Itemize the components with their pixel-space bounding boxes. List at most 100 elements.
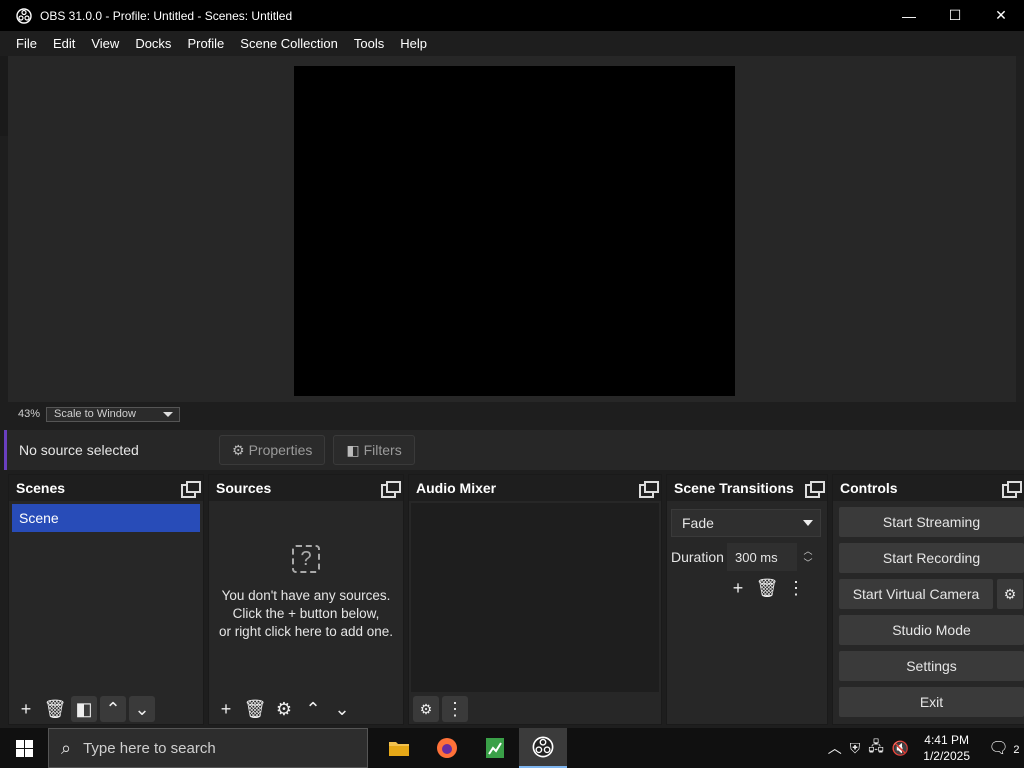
exit-button[interactable]: Exit bbox=[839, 687, 1024, 717]
transition-select[interactable]: Fade bbox=[671, 509, 821, 537]
scenes-title: Scenes bbox=[16, 480, 66, 496]
scale-mode-value: Scale to Window bbox=[54, 408, 136, 420]
empty-text-line-2: Click the + button below, bbox=[232, 606, 380, 621]
sources-dock-header: Sources bbox=[209, 475, 403, 501]
scene-list-item[interactable]: Scene bbox=[12, 504, 200, 532]
start-virtual-camera-button[interactable]: Start Virtual Camera bbox=[839, 579, 993, 609]
source-toolbar: No source selected ⚙ Properties ◧ Filter… bbox=[4, 430, 1024, 470]
transition-toolbar: + 🗑 ⋮ bbox=[725, 575, 827, 601]
remove-transition-button[interactable]: 🗑 bbox=[754, 575, 780, 601]
duration-label: Duration bbox=[671, 549, 724, 565]
gear-icon: ⚙ bbox=[1003, 585, 1017, 602]
search-icon: ⌕ bbox=[61, 737, 72, 758]
firefox-icon bbox=[437, 738, 457, 758]
empty-text-line-1: You don't have any sources. bbox=[221, 588, 391, 603]
chevron-down-icon[interactable]: ﹀ bbox=[803, 557, 812, 569]
firefox-taskbar-button[interactable] bbox=[423, 728, 471, 768]
sources-title: Sources bbox=[216, 480, 272, 496]
add-transition-button[interactable]: + bbox=[725, 575, 751, 601]
undock-icon[interactable] bbox=[381, 481, 401, 498]
menu-profile[interactable]: Profile bbox=[179, 36, 232, 51]
properties-label: Properties bbox=[248, 442, 313, 458]
chevron-up-icon[interactable]: ︿ bbox=[803, 545, 812, 557]
scale-mode-select[interactable]: Scale to Window bbox=[46, 406, 181, 422]
empty-text-line-3: or right click here to add one. bbox=[218, 624, 394, 639]
window-controls: — ☐ ✕ bbox=[886, 0, 1024, 31]
sources-empty-state[interactable]: ? You don't have any sources. Click the … bbox=[209, 545, 403, 641]
menu-tools[interactable]: Tools bbox=[346, 36, 392, 51]
source-status: No source selected bbox=[19, 442, 139, 458]
undock-icon[interactable] bbox=[1002, 481, 1022, 498]
question-icon: ? bbox=[292, 545, 320, 573]
mixer-menu-button[interactable]: ⋮ bbox=[442, 696, 468, 722]
minimize-button[interactable]: — bbox=[886, 0, 932, 31]
close-button[interactable]: ✕ bbox=[978, 0, 1024, 31]
sources-toolbar: + 🗑 ⚙ ⌃ ⌄ bbox=[209, 694, 403, 724]
start-streaming-button[interactable]: Start Streaming bbox=[839, 507, 1024, 537]
notification-count: 2 bbox=[1013, 744, 1020, 756]
speaker-muted-icon[interactable]: 🔇 bbox=[892, 740, 909, 757]
maximize-button[interactable]: ☐ bbox=[932, 0, 978, 31]
clock-date: 1/2/2025 bbox=[923, 749, 970, 763]
duration-stepper[interactable]: ︿ ﹀ bbox=[797, 543, 819, 571]
left-edge-strip bbox=[0, 56, 8, 136]
add-scene-button[interactable]: + bbox=[13, 696, 39, 722]
properties-button[interactable]: ⚙ Properties bbox=[219, 435, 326, 465]
move-source-up-button[interactable]: ⌃ bbox=[300, 696, 326, 722]
duration-input[interactable]: 300 ms bbox=[727, 543, 797, 571]
taskbar-clock[interactable]: 4:41 PM 1/2/2025 bbox=[923, 732, 970, 764]
menu-edit[interactable]: Edit bbox=[45, 36, 83, 51]
preview-zoom-bar: 43% Scale to Window bbox=[8, 402, 1024, 426]
menu-scene-collection[interactable]: Scene Collection bbox=[232, 36, 346, 51]
menu-help[interactable]: Help bbox=[392, 36, 435, 51]
audio-mixer-title: Audio Mixer bbox=[416, 480, 497, 496]
menu-bar: File Edit View Docks Profile Scene Colle… bbox=[0, 31, 1024, 56]
taskbar-search-box[interactable]: ⌕ Type here to search bbox=[48, 728, 368, 768]
undock-icon[interactable] bbox=[181, 481, 201, 498]
start-button[interactable] bbox=[0, 728, 48, 768]
chart-doc-icon bbox=[486, 738, 504, 758]
scene-filters-button[interactable]: ◧ bbox=[71, 696, 97, 722]
scenes-toolbar: + 🗑 ◧ ⌃ ⌄ bbox=[9, 694, 203, 724]
security-icon[interactable]: ⛨ bbox=[850, 740, 861, 757]
studio-mode-button[interactable]: Studio Mode bbox=[839, 615, 1024, 645]
network-icon[interactable]: 🖧 bbox=[868, 736, 884, 760]
chevron-up-icon[interactable]: ︿ bbox=[828, 738, 842, 758]
move-scene-down-button[interactable]: ⌄ bbox=[129, 696, 155, 722]
menu-view[interactable]: View bbox=[83, 36, 127, 51]
undock-icon[interactable] bbox=[639, 481, 659, 498]
filters-button[interactable]: ◧ Filters bbox=[333, 435, 415, 465]
scene-transitions-title: Scene Transitions bbox=[674, 480, 794, 496]
transition-menu-button[interactable]: ⋮ bbox=[783, 575, 809, 601]
source-properties-button[interactable]: ⚙ bbox=[271, 696, 297, 722]
undock-icon[interactable] bbox=[805, 481, 825, 498]
file-explorer-taskbar-button[interactable] bbox=[375, 728, 423, 768]
add-source-button[interactable]: + bbox=[213, 696, 239, 722]
menu-docks[interactable]: Docks bbox=[127, 36, 179, 51]
menu-file[interactable]: File bbox=[8, 36, 45, 51]
duration-row: Duration 300 ms ︿ ﹀ bbox=[671, 543, 827, 571]
notifications-button[interactable]: 🗨 2 bbox=[984, 738, 1024, 758]
preview-canvas[interactable] bbox=[294, 66, 735, 396]
move-source-down-button[interactable]: ⌄ bbox=[329, 696, 355, 722]
clock-time: 4:41 PM bbox=[924, 733, 969, 747]
filter-icon: ◧ bbox=[346, 441, 360, 458]
controls-header: Controls bbox=[833, 475, 1024, 501]
zoom-percent: 43% bbox=[18, 408, 41, 420]
advanced-audio-settings-button[interactable]: ⚙ bbox=[413, 696, 439, 722]
scene-transitions-header: Scene Transitions bbox=[667, 475, 827, 501]
remove-scene-button[interactable]: 🗑 bbox=[42, 696, 68, 722]
scene-transitions-dock: Scene Transitions Fade Duration 300 ms ︿… bbox=[666, 474, 828, 725]
remove-source-button[interactable]: 🗑 bbox=[242, 696, 268, 722]
windows-logo-icon bbox=[15, 739, 33, 757]
scenes-dock-header: Scenes bbox=[9, 475, 203, 501]
obs-taskbar-button[interactable] bbox=[519, 728, 567, 768]
settings-button[interactable]: Settings bbox=[839, 651, 1024, 681]
move-scene-up-button[interactable]: ⌃ bbox=[100, 696, 126, 722]
preview-right-edge bbox=[1016, 56, 1024, 402]
notification-icon: 🗨 bbox=[988, 740, 1009, 757]
sources-dock: Sources ? You don't have any sources. Cl… bbox=[208, 474, 404, 725]
start-recording-button[interactable]: Start Recording bbox=[839, 543, 1024, 573]
virtual-camera-settings-button[interactable]: ⚙ bbox=[997, 579, 1023, 609]
spreadsheet-app-taskbar-button[interactable] bbox=[471, 728, 519, 768]
